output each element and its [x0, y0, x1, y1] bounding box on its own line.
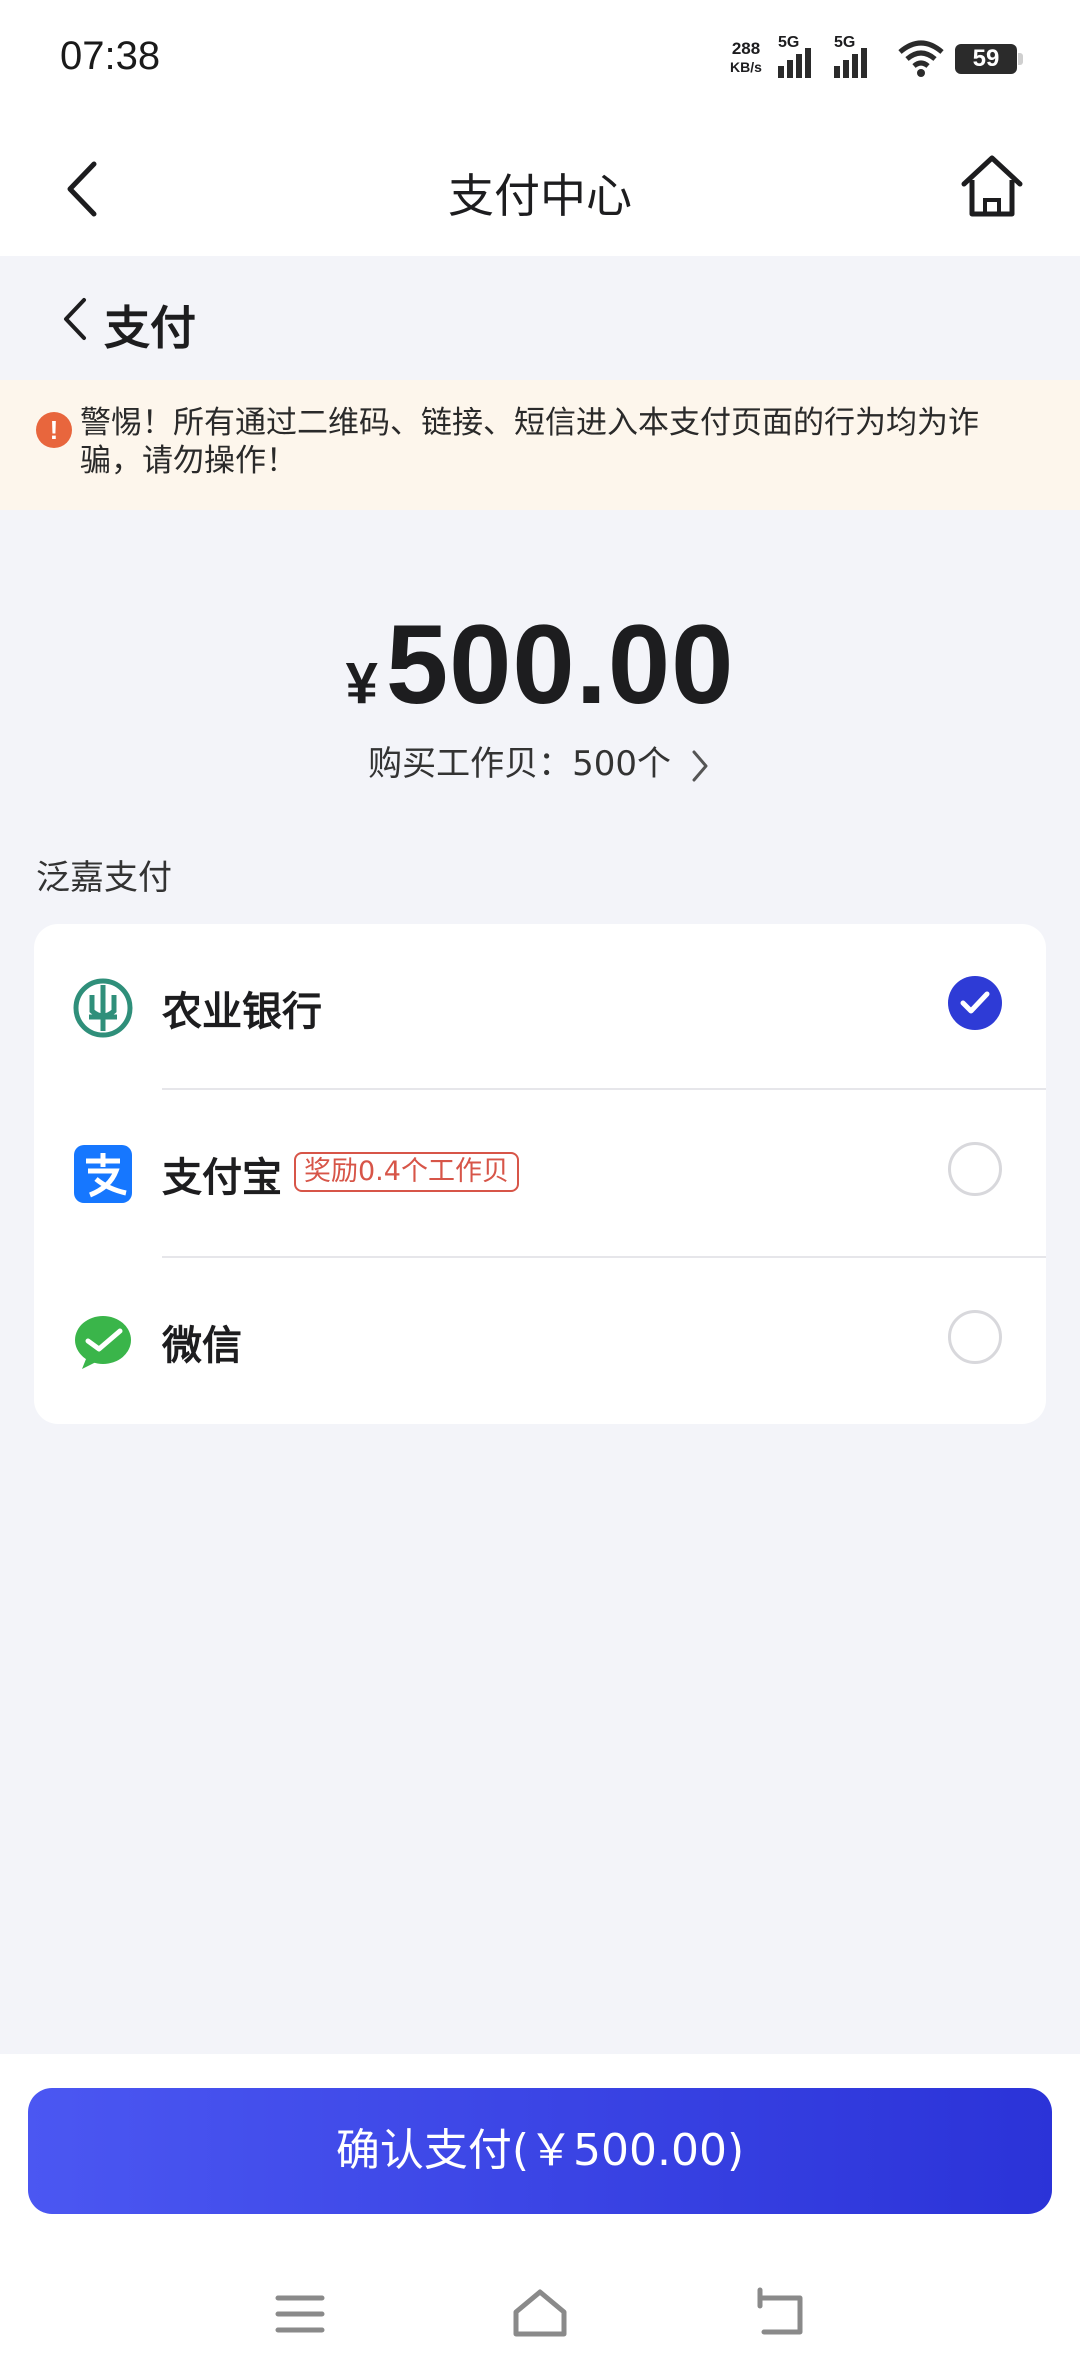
checkmark-icon: [960, 991, 990, 1014]
system-back-button[interactable]: [750, 2286, 810, 2342]
status-time: 07:38: [60, 34, 161, 78]
chevron-right-icon: [692, 750, 708, 781]
amount-value: 500.00: [385, 602, 735, 727]
battery-cap: [1018, 53, 1023, 65]
reward-badge: 奖励0.4个工作贝: [294, 1152, 519, 1192]
sub-header: 支付: [0, 256, 1080, 380]
alipay-icon: [74, 1145, 132, 1203]
battery-level: 59: [972, 45, 1000, 72]
bottom-action-area: 确认支付(￥500.00): [0, 2054, 1080, 2376]
warning-text: 警惕！所有通过二维码、链接、短信进入本支付页面的行为均为诈骗，请勿操作！: [80, 405, 979, 479]
battery-icon: 59: [955, 44, 1023, 74]
payment-provider-label: 泛嘉支付: [36, 858, 172, 898]
page-title: 支付中心: [448, 169, 632, 223]
menu-icon: [275, 2295, 325, 2333]
signal-icon: [834, 48, 867, 78]
radio-selected[interactable]: [948, 976, 1002, 1030]
warning-icon: !: [36, 412, 72, 448]
radio-unselected[interactable]: [948, 1310, 1002, 1364]
payment-option-name: 微信: [162, 1323, 242, 1369]
purchase-text: 购买工作贝：500个: [368, 744, 672, 784]
abc-bank-icon: [73, 978, 133, 1038]
payment-methods-card: 农业银行 支付宝 奖励0.4个工作贝 微信: [34, 924, 1046, 1424]
system-home-button[interactable]: [510, 2286, 570, 2342]
currency-symbol: ¥: [345, 651, 378, 716]
network-speed-unit: KB/s: [730, 59, 762, 75]
signal-icon: [778, 48, 811, 78]
home-icon: [513, 2289, 567, 2337]
network-speed-value: 288: [731, 39, 761, 58]
purchase-detail-link[interactable]: 购买工作贝：500个: [0, 736, 1080, 785]
payment-option-abc-bank[interactable]: 农业银行: [34, 924, 1046, 1090]
system-navigation-bar: [0, 2254, 1080, 2364]
menu-button[interactable]: [270, 2286, 330, 2342]
home-button[interactable]: [958, 152, 1026, 220]
payment-option-name: 农业银行: [162, 989, 322, 1035]
back-icon: [757, 2287, 803, 2335]
home-icon: [961, 155, 1023, 217]
payment-amount: ¥500.00: [0, 600, 1080, 729]
confirm-payment-button[interactable]: 确认支付(￥500.00): [28, 2088, 1052, 2214]
sub-back-button[interactable]: [60, 296, 90, 342]
wifi-icon: [898, 40, 944, 77]
status-bar: 07:38 288 KB/s 5G 5G 59: [0, 0, 1080, 122]
network-speed: 288 KB/s: [720, 40, 772, 76]
payment-option-wechat[interactable]: 微信: [34, 1258, 1046, 1424]
fraud-warning-banner: ! 警惕！所有通过二维码、链接、短信进入本支付页面的行为均为诈骗，请勿操作！: [0, 380, 1080, 510]
navigation-bar: 支付中心: [0, 122, 1080, 256]
payment-option-alipay[interactable]: 支付宝 奖励0.4个工作贝: [34, 1090, 1046, 1256]
payment-option-name: 支付宝: [162, 1155, 282, 1201]
wechat-icon: [75, 1316, 131, 1369]
chevron-left-icon: [64, 298, 86, 340]
sub-header-title: 支付: [104, 301, 196, 355]
radio-unselected[interactable]: [948, 1142, 1002, 1196]
